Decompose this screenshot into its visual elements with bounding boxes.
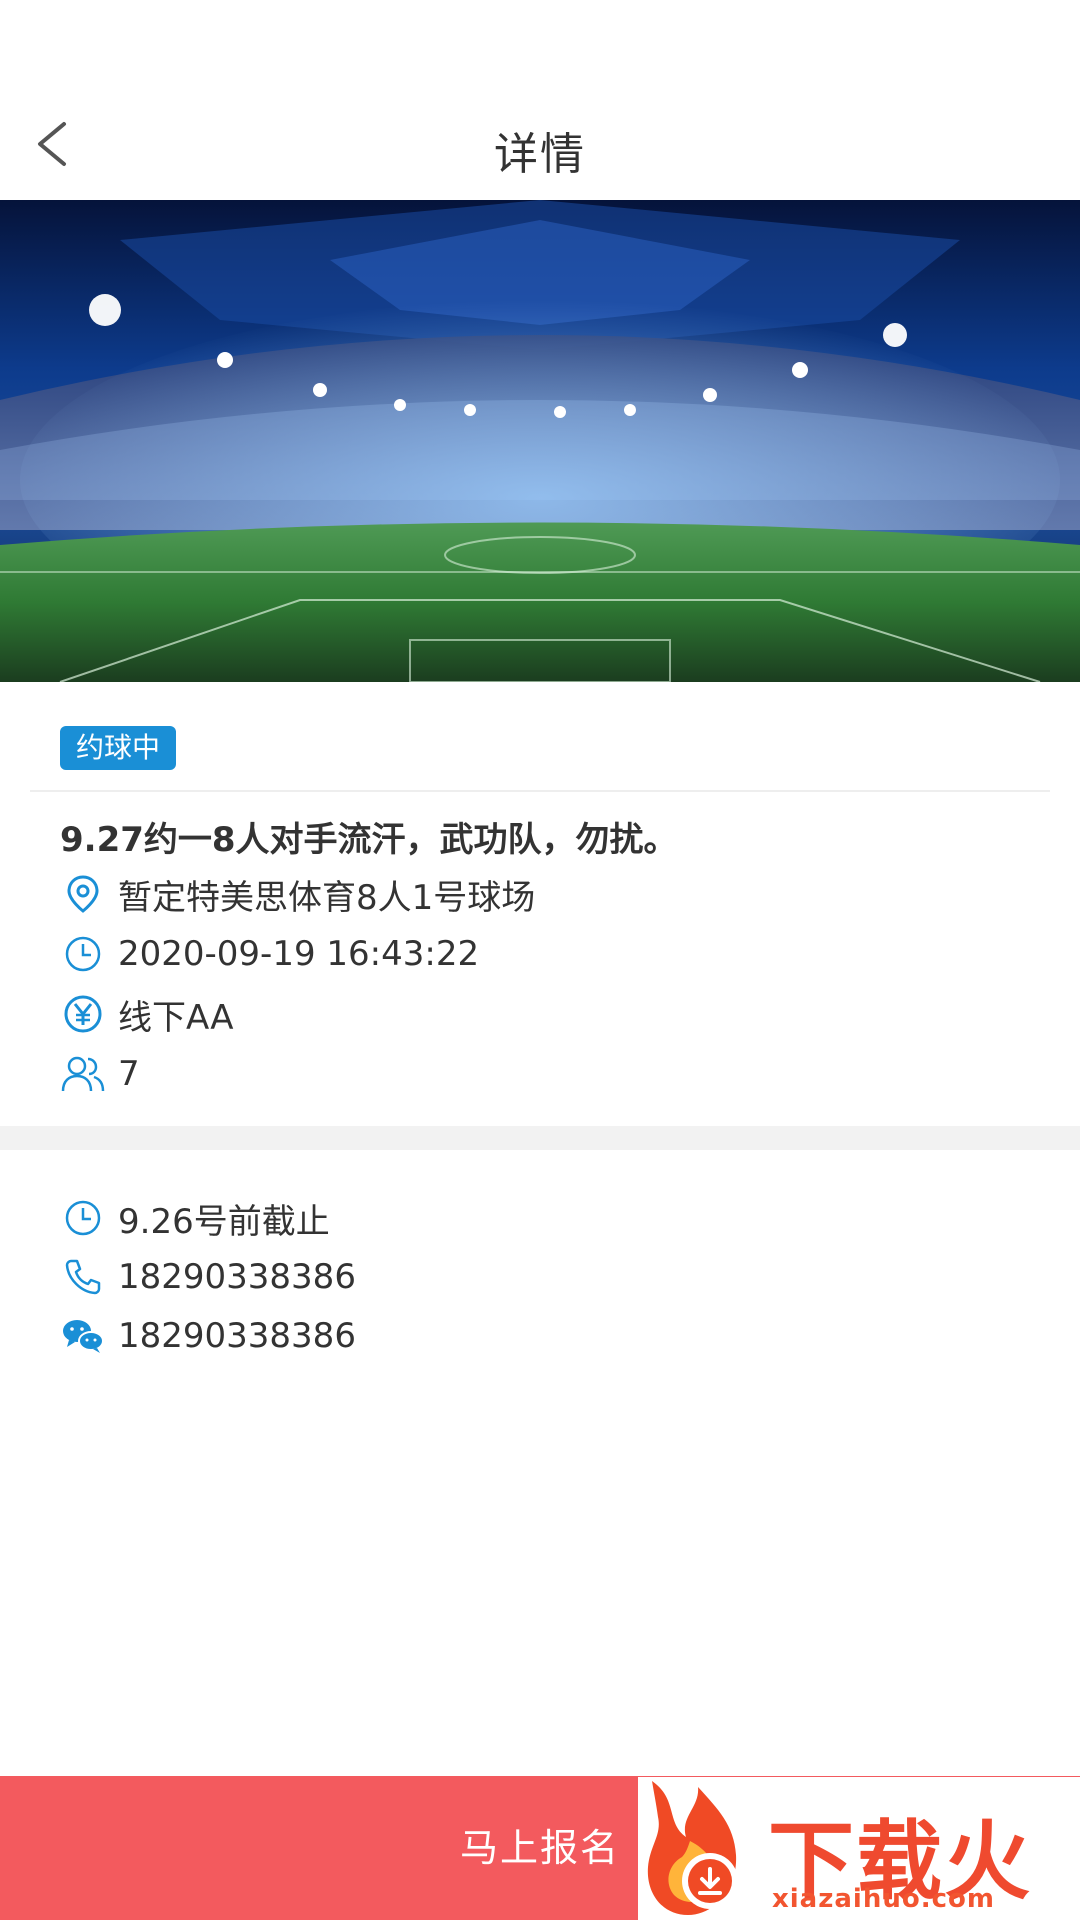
datetime-text: 2020-09-19 16:43:22	[118, 934, 480, 974]
flame-logo-icon	[647, 1781, 738, 1915]
wechat-icon	[60, 1313, 106, 1359]
people-row: 7	[60, 1050, 140, 1098]
users-icon	[60, 1051, 106, 1097]
deadline-row: 9.26号前截止	[60, 1194, 330, 1242]
deadline-text: 9.26号前截止	[118, 1201, 330, 1242]
clock-icon	[60, 1195, 106, 1241]
location-pin-icon	[60, 871, 106, 917]
wechat-text: 18290338386	[118, 1316, 356, 1356]
match-info-section: 约球中 9.27约一8人对手流汗，武功队，勿扰。 暂定特美思体育8人1号球场 2…	[0, 682, 1080, 1126]
watermark-url: xiazaihuo.com	[772, 1884, 995, 1914]
location-row: 暂定特美思体育8人1号球场	[60, 870, 535, 918]
page-title: 详情	[494, 129, 586, 180]
wechat-row: 18290338386	[60, 1312, 356, 1360]
section-separator	[0, 1126, 1080, 1150]
clock-icon	[60, 931, 106, 977]
phone-icon	[60, 1254, 106, 1300]
yen-icon	[60, 991, 106, 1037]
stadium-banner-image	[0, 200, 1080, 682]
phone-text: 18290338386	[118, 1257, 356, 1297]
fee-row: 线下AA	[60, 990, 233, 1038]
watermark-logo: 下载火 xiazaihuo.com	[638, 1777, 1080, 1920]
fee-text: 线下AA	[118, 997, 234, 1038]
phone-row[interactable]: 18290338386	[60, 1253, 356, 1301]
match-title: 9.27约一8人对手流汗，武功队，勿扰。	[60, 820, 678, 860]
status-badge: 约球中	[60, 726, 177, 770]
location-text: 暂定特美思体育8人1号球场	[118, 877, 536, 918]
divider	[30, 790, 1050, 792]
people-count-text: 7	[118, 1054, 140, 1094]
top-nav-bar: 详情	[0, 0, 1080, 200]
datetime-row: 2020-09-19 16:43:22	[60, 930, 479, 978]
